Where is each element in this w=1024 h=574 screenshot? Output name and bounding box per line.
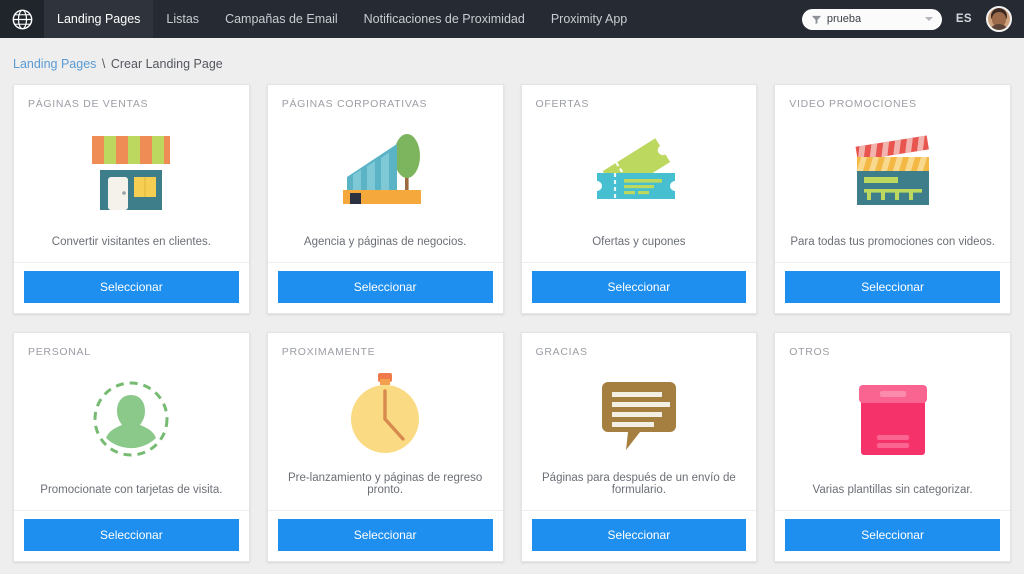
category-card-paginas-de-ventas[interactable]: PÁGINAS DE VENTAS Convertir visitantes e…: [13, 84, 250, 314]
chevron-down-icon: [924, 17, 933, 21]
card-footer: Seleccionar: [14, 510, 249, 561]
card-artwork: [268, 358, 503, 472]
breadcrumb-separator: \: [101, 57, 106, 71]
nav-item-notificaciones-de-proximidad[interactable]: Notificaciones de Proximidad: [351, 0, 538, 38]
select-button[interactable]: Seleccionar: [277, 519, 493, 551]
nav-item-label: Landing Pages: [57, 12, 141, 26]
card-title: OTROS: [789, 346, 831, 358]
language-selector[interactable]: ES: [956, 13, 972, 25]
globe-icon: [12, 9, 32, 29]
category-card-paginas-corporativas[interactable]: PÁGINAS CORPORATIVAS Agencia y páginas d…: [266, 84, 504, 314]
card-description: Convertir visitantes en clientes.: [51, 236, 211, 248]
navbar-right-section: prueba ES: [801, 0, 1024, 38]
card-artwork: [775, 110, 1010, 236]
card-artwork: [522, 358, 757, 472]
card-title: PÁGINAS CORPORATIVAS: [281, 98, 428, 110]
card-footer: Seleccionar: [267, 510, 503, 561]
select-button[interactable]: Seleccionar: [785, 271, 1000, 303]
card-description: Para todas tus promociones con videos.: [790, 236, 995, 248]
card-footer: Seleccionar: [267, 262, 503, 313]
template-category-grid: PÁGINAS DE VENTAS Convertir visitantes e…: [0, 84, 1024, 562]
category-card-proximamente[interactable]: PROXIMAMENTE Pre-lanzamiento y páginas d…: [266, 332, 504, 562]
card-artwork: [14, 358, 249, 484]
category-card-otros[interactable]: OTROS Varias plantillas sin categorizar.…: [774, 332, 1011, 562]
card-footer: Seleccionar: [775, 510, 1010, 561]
avatar[interactable]: [986, 6, 1012, 32]
select-button[interactable]: Seleccionar: [24, 519, 239, 551]
card-description: Pre-lanzamiento y páginas de regreso pro…: [287, 472, 483, 496]
top-navbar: Landing Pages Listas Campañas de Email N…: [0, 0, 1024, 38]
card-artwork: [522, 110, 757, 236]
nav-item-landing-pages[interactable]: Landing Pages: [44, 0, 154, 38]
select-button[interactable]: Seleccionar: [277, 271, 493, 303]
filter-icon: [811, 15, 821, 24]
avatar-body: [989, 24, 1009, 30]
category-card-personal[interactable]: PERSONAL Promocionate con tarjetas de vi…: [13, 332, 250, 562]
storage-box-icon: [858, 385, 927, 455]
card-description: Varias plantillas sin categorizar.: [812, 484, 973, 496]
office-building-icon: [343, 134, 422, 204]
select-button[interactable]: Seleccionar: [24, 271, 239, 303]
main-navigation: Landing Pages Listas Campañas de Email N…: [44, 0, 640, 38]
nav-item-campanas-de-email[interactable]: Campañas de Email: [212, 0, 351, 38]
site-selector-value: prueba: [826, 13, 862, 25]
card-artwork: [268, 110, 503, 236]
card-title: PROXIMAMENTE: [281, 346, 376, 358]
nav-item-label: Campañas de Email: [225, 12, 338, 26]
coupon-tickets-icon: [596, 138, 675, 199]
card-footer: Seleccionar: [775, 262, 1010, 313]
clapperboard-icon: [855, 135, 929, 205]
nav-item-label: Proximity App: [550, 12, 628, 26]
card-title: OFERTAS: [535, 98, 590, 110]
category-card-gracias[interactable]: GRACIAS Páginas para después de un envío…: [520, 332, 758, 562]
breadcrumb-link-landing-pages[interactable]: Landing Pages: [13, 57, 96, 71]
select-button[interactable]: Seleccionar: [531, 271, 747, 303]
card-footer: Seleccionar: [14, 262, 249, 313]
person-avatar-icon: [93, 381, 169, 457]
nav-item-listas[interactable]: Listas: [153, 0, 212, 38]
card-title: VIDEO PROMOCIONES: [789, 98, 917, 110]
card-footer: Seleccionar: [521, 510, 757, 561]
category-card-ofertas[interactable]: OFERTAS Ofertas y cupones Seleccionar: [520, 84, 758, 314]
storefront-icon: [92, 136, 171, 210]
card-footer: Seleccionar: [521, 262, 757, 313]
select-button[interactable]: Seleccionar: [785, 519, 1000, 551]
stopwatch-icon: [351, 373, 420, 453]
select-button[interactable]: Seleccionar: [531, 519, 747, 551]
breadcrumb-current-page: Crear Landing Page: [110, 57, 223, 71]
card-artwork: [14, 110, 249, 236]
card-description: Agencia y páginas de negocios.: [303, 236, 467, 248]
site-selector-dropdown[interactable]: prueba: [801, 8, 942, 30]
brand-logo-button[interactable]: [0, 0, 44, 38]
breadcrumb: Landing Pages \ Crear Landing Page: [0, 38, 1024, 84]
card-description: Páginas para después de un envío de form…: [542, 472, 736, 496]
nav-item-proximity-app[interactable]: Proximity App: [538, 0, 640, 38]
nav-item-label: Listas: [166, 12, 200, 26]
card-artwork: [775, 358, 1010, 484]
category-card-video-promociones[interactable]: VIDEO PROMOCIONES Para todas tus promoci…: [774, 84, 1011, 314]
card-title: GRACIAS: [535, 346, 588, 358]
card-title: PÁGINAS DE VENTAS: [28, 98, 149, 110]
card-description: Promocionate con tarjetas de visita.: [40, 484, 223, 496]
card-title: PERSONAL: [28, 346, 91, 358]
nav-item-label: Notificaciones de Proximidad: [363, 12, 525, 26]
card-description: Ofertas y cupones: [592, 236, 686, 248]
speech-bubble-icon: [601, 382, 676, 450]
